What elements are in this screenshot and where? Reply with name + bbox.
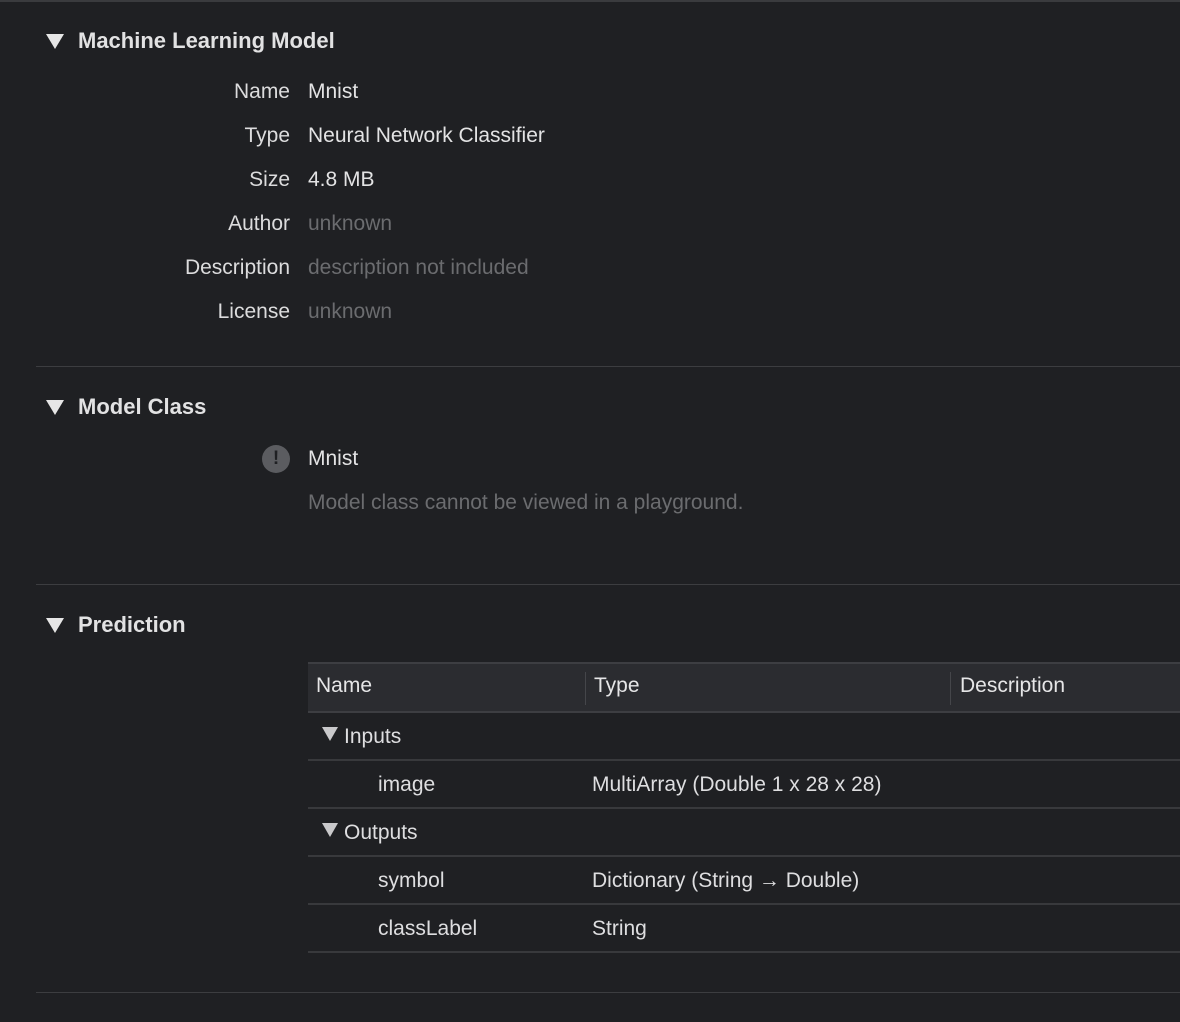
size-value: 4.8 MB: [308, 168, 375, 191]
description-row: Description description not included: [36, 256, 936, 286]
section-divider: [36, 992, 1180, 993]
license-row: License unknown: [36, 300, 936, 330]
size-row: Size 4.8 MB: [36, 168, 936, 198]
prediction-table: Name Type Description Inputs image Multi…: [308, 662, 1180, 953]
feature-type: String: [592, 917, 647, 940]
license-label: License: [217, 300, 290, 323]
disclosure-triangle-icon[interactable]: [322, 727, 338, 742]
table-row[interactable]: symbol Dictionary (String → Double): [308, 857, 1180, 905]
license-value: unknown: [308, 300, 393, 323]
group-label-text: Outputs: [344, 821, 418, 844]
table-header: Name Type Description: [308, 662, 1180, 713]
description-value: description not included: [308, 256, 529, 279]
model-class-note: Model class cannot be viewed in a playgr…: [308, 491, 744, 514]
author-label: Author: [228, 212, 290, 235]
section-machine-learning-model: Machine Learning Model Name Mnist Type N…: [36, 0, 1180, 366]
section-title: Model Class: [78, 394, 207, 419]
name-value: Mnist: [308, 80, 359, 103]
table-group-row-inputs[interactable]: Inputs: [308, 713, 1180, 761]
section-header-prediction[interactable]: Prediction: [46, 612, 186, 638]
group-label: Outputs: [322, 821, 418, 845]
type-label: Type: [244, 124, 290, 147]
size-label: Size: [249, 168, 290, 191]
column-separator[interactable]: [950, 672, 951, 705]
disclosure-triangle-icon[interactable]: [46, 617, 64, 633]
table-group-row-outputs[interactable]: Outputs: [308, 809, 1180, 857]
section-title: Prediction: [78, 612, 186, 637]
type-row: Type Neural Network Classifier: [36, 124, 936, 154]
exclamation-icon: !: [262, 445, 290, 473]
feature-type: MultiArray (Double 1 x 28 x 28): [592, 773, 882, 796]
type-value: Neural Network Classifier: [308, 124, 545, 147]
model-class-name: Mnist: [308, 447, 359, 470]
column-header-name[interactable]: Name: [316, 674, 372, 698]
name-row: Name Mnist: [36, 80, 936, 110]
section-model-class: Model Class ! Mnist Model class cannot b…: [36, 367, 1180, 584]
feature-name: symbol: [378, 869, 445, 892]
ml-model-inspector: Machine Learning Model Name Mnist Type N…: [0, 0, 1180, 1022]
feature-type: Dictionary (String → Double): [592, 869, 860, 892]
name-label: Name: [233, 80, 290, 103]
column-header-description[interactable]: Description: [960, 674, 1065, 698]
column-separator[interactable]: [585, 672, 586, 705]
section-header-machine-learning-model[interactable]: Machine Learning Model: [46, 28, 335, 54]
feature-name: classLabel: [378, 917, 478, 940]
group-label: Inputs: [322, 725, 401, 749]
table-row[interactable]: image MultiArray (Double 1 x 28 x 28): [308, 761, 1180, 809]
section-title: Machine Learning Model: [78, 28, 335, 53]
group-label-text: Inputs: [344, 725, 402, 748]
table-row[interactable]: classLabel String: [308, 905, 1180, 953]
disclosure-triangle-icon[interactable]: [322, 823, 338, 838]
author-value: unknown: [308, 212, 393, 235]
author-row: Author unknown: [36, 212, 936, 242]
section-header-model-class[interactable]: Model Class: [46, 394, 206, 420]
description-label: Description: [184, 256, 290, 279]
disclosure-triangle-icon[interactable]: [46, 33, 64, 49]
disclosure-triangle-icon[interactable]: [46, 399, 64, 415]
column-header-type[interactable]: Type: [594, 674, 640, 698]
feature-name: image: [378, 773, 436, 796]
